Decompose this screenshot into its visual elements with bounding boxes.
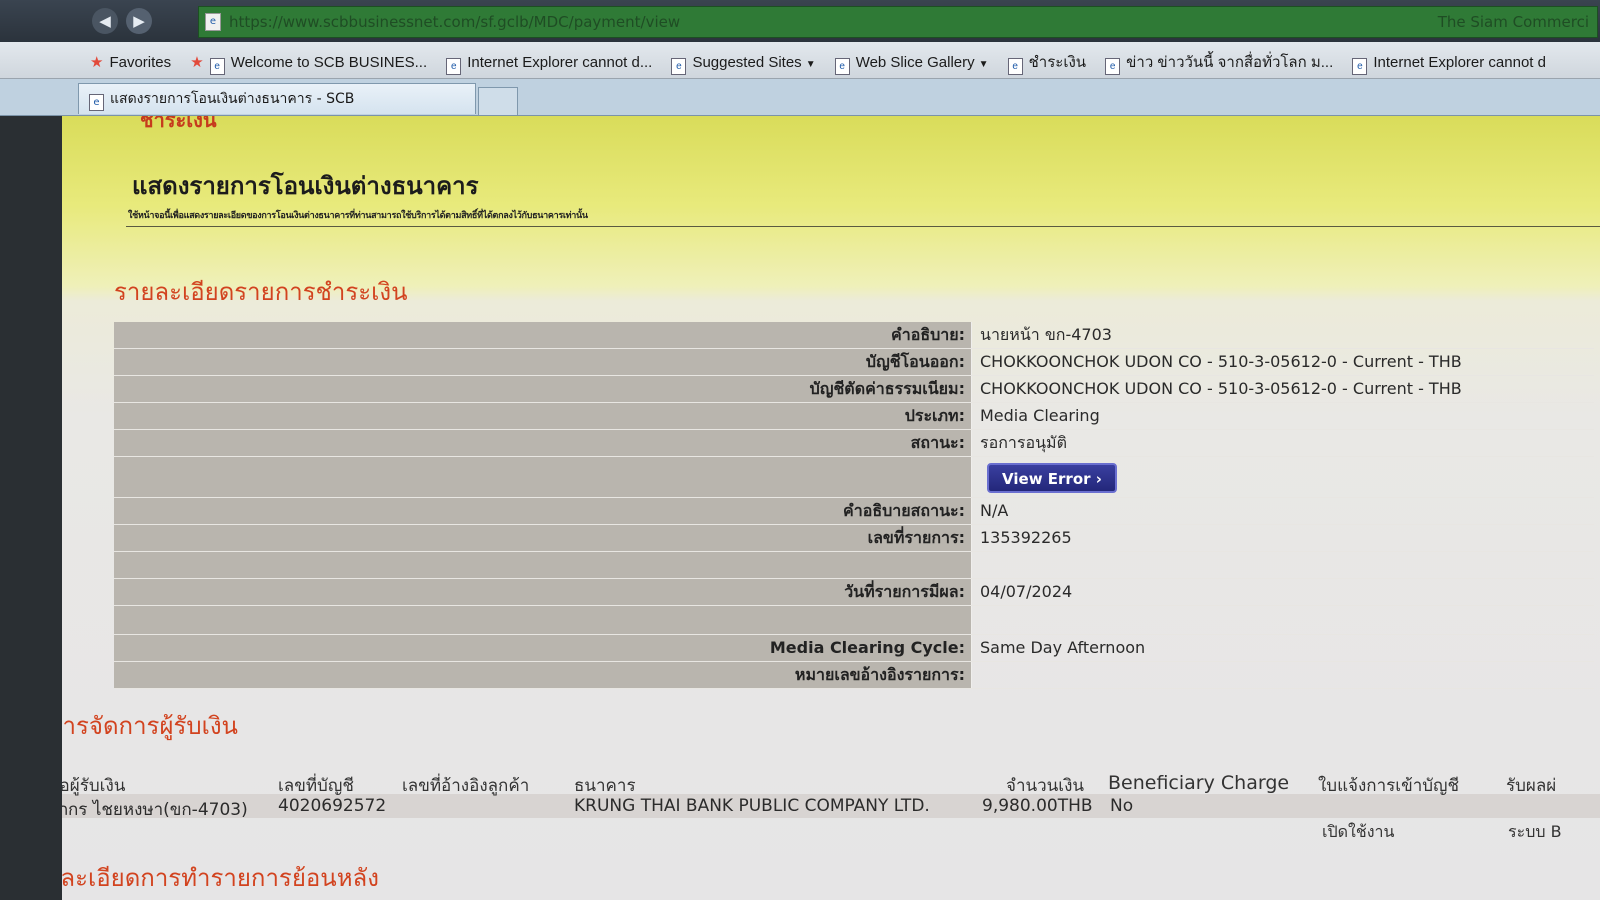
- page-icon: e: [89, 94, 104, 111]
- detail-row-status-description: คำอธิบายสถานะ: N/A: [114, 498, 1594, 525]
- favorite-link-1[interactable]: e Internet Explorer cannot d...: [446, 54, 652, 75]
- favorites-bar: ★ Favorites ★ e Welcome to SCB BUSINES... e…: [0, 42, 1600, 79]
- page-icon: e: [1105, 58, 1121, 75]
- page-description: ใช้หน้าจอนี้เพื่อแสดงรายละเอียดของการโอน…: [128, 211, 588, 221]
- payee-amount: 9,980.00THB: [982, 796, 1093, 816]
- detail-label: วันที่รายการมีผล:: [114, 579, 972, 605]
- chevron-down-icon: ▼: [978, 59, 989, 70]
- page-icon: e: [1352, 58, 1368, 75]
- chevron-down-icon: ▼: [805, 59, 816, 70]
- url-text: https://www.scbbusinessnet.com/sf.gclb/M…: [229, 13, 681, 31]
- column-header-name: ชื่อผู้รับเงิน: [62, 776, 126, 796]
- page-icon: e: [671, 58, 687, 75]
- page-icon: e: [446, 58, 462, 75]
- detail-value: N/A: [980, 501, 1009, 520]
- detail-value: Media Clearing: [980, 406, 1100, 425]
- detail-row-clearing-cycle: Media Clearing Cycle: Same Day Afternoon: [114, 635, 1594, 662]
- favorite-link-0[interactable]: ★ e Welcome to SCB BUSINES...: [190, 53, 427, 75]
- favorites-button[interactable]: ★ Favorites: [90, 53, 171, 71]
- detail-label: หมายเลขอ้างอิงรายการ:: [114, 662, 972, 688]
- detail-label: [114, 606, 972, 634]
- favorite-link-4[interactable]: e ชำระเงิน: [1007, 50, 1086, 75]
- tab-strip: e แสดงรายการโอนเงินต่างธนาคาร - SCB: [0, 79, 1600, 116]
- column-header-beneficiary-charge: Beneficiary Charge: [1108, 772, 1290, 794]
- favorite-link-2[interactable]: e Suggested Sites ▼: [671, 54, 816, 75]
- page-icon: e: [205, 13, 221, 31]
- page-icon: e: [834, 58, 850, 75]
- detail-value: CHOKKOONCHOK UDON CO - 510-3-05612-0 - C…: [980, 352, 1462, 371]
- column-header-amount: จำนวนเงิน: [1006, 776, 1085, 796]
- detail-label: คำอธิบายสถานะ:: [114, 498, 972, 524]
- favorite-link-3[interactable]: e Web Slice Gallery ▼: [834, 54, 989, 75]
- column-header-customer-ref: เลขที่อ้างอิงลูกค้า: [402, 776, 530, 796]
- payment-details-table: คำอธิบาย: นายหน้า ขก-4703 บัญชีโอนออก: C…: [114, 322, 1594, 689]
- detail-value: 135392265: [980, 528, 1072, 547]
- payee-receive: ระบบ B: [1508, 822, 1562, 841]
- page-content: ชำระเงิน แสดงรายการโอนเงินต่างธนาคาร ใช้…: [62, 116, 1600, 900]
- new-tab-button[interactable]: [478, 87, 518, 115]
- detail-row-reference-number: หมายเลขอ้างอิงรายการ:: [114, 662, 1594, 689]
- detail-row-view-error: View Error ›: [114, 457, 1594, 498]
- breadcrumb[interactable]: ชำระเงิน: [140, 116, 217, 136]
- payee-account: 4020692572: [278, 796, 387, 816]
- detail-label: ประเภท:: [114, 403, 972, 429]
- detail-row-effective-date: วันที่รายการมีผล: 04/07/2024: [114, 579, 1594, 606]
- page-icon: e: [1007, 58, 1023, 75]
- favorite-link-5[interactable]: e ข่าว ข่าววันนี้ จากสื่อทั่วโลก ม...: [1105, 50, 1333, 75]
- tab-active[interactable]: e แสดงรายการโอนเงินต่างธนาคาร - SCB: [78, 83, 476, 114]
- detail-row-status: สถานะ: รอการอนุมัติ: [114, 430, 1594, 457]
- detail-label: คำอธิบาย:: [114, 322, 972, 348]
- detail-value: Same Day Afternoon: [980, 638, 1146, 657]
- address-bar: ◀ ▶ e https://www.scbbusinessnet.com/sf.…: [0, 0, 1600, 42]
- detail-label: Media Clearing Cycle:: [114, 635, 972, 661]
- detail-row-type: ประเภท: Media Clearing: [114, 403, 1594, 430]
- detail-label: เลขที่รายการ:: [114, 525, 972, 551]
- column-header-bank: ธนาคาร: [574, 776, 636, 796]
- payee-name: ศภกร ไชยหงษา(ขก-4703): [62, 800, 248, 820]
- section-heading-history: รายละเอียดการทำรายการย้อนหลัง: [62, 864, 379, 892]
- column-header-receive: รับผลผ่: [1506, 776, 1557, 796]
- detail-value: CHOKKOONCHOK UDON CO - 510-3-05612-0 - C…: [980, 379, 1462, 398]
- page-icon: e: [209, 58, 225, 75]
- column-header-credit-advice: ใบแจ้งการเข้าบัญชี: [1318, 776, 1460, 796]
- page-title: แสดงรายการโอนเงินต่างธนาคาร: [132, 172, 479, 200]
- section-heading-payees: การจัดการผู้รับเงิน: [62, 712, 238, 740]
- browser-window: ◀ ▶ e https://www.scbbusinessnet.com/sf.…: [0, 0, 1600, 900]
- add-favorite-icon[interactable]: ★: [190, 54, 203, 71]
- detail-label: [114, 552, 972, 578]
- detail-value: รอการอนุมัติ: [980, 433, 1067, 452]
- detail-row-fee-account: บัญชีตัดค่าธรรมเนียม: CHOKKOONCHOK UDON …: [114, 376, 1594, 403]
- column-header-account: เลขที่บัญชี: [278, 776, 354, 796]
- detail-row-spacer: [114, 606, 1594, 635]
- star-icon: ★: [90, 54, 104, 71]
- detail-label: บัญชีโอนออก:: [114, 349, 972, 375]
- detail-label: สถานะ:: [114, 430, 972, 456]
- section-heading-payment-details: รายละเอียดรายการชำระเงิน: [114, 278, 408, 306]
- detail-label: [114, 457, 972, 497]
- back-button[interactable]: ◀: [92, 8, 118, 34]
- favorite-link-6[interactable]: e Internet Explorer cannot d: [1352, 54, 1546, 75]
- detail-value: นายหน้า ขก-4703: [980, 325, 1112, 344]
- detail-row-transaction-number: เลขที่รายการ: 135392265: [114, 525, 1594, 552]
- detail-row-spacer: [114, 552, 1594, 579]
- detail-row-debit-account: บัญชีโอนออก: CHOKKOONCHOK UDON CO - 510-…: [114, 349, 1594, 376]
- view-error-button[interactable]: View Error ›: [987, 463, 1117, 493]
- detail-value: 04/07/2024: [980, 582, 1073, 601]
- site-identity-text[interactable]: The Siam Commerci: [1438, 13, 1589, 31]
- detail-label: บัญชีตัดค่าธรรมเนียม:: [114, 376, 972, 402]
- divider: [126, 226, 1600, 227]
- url-field[interactable]: e https://www.scbbusinessnet.com/sf.gclb…: [198, 6, 1598, 38]
- tab-title: แสดงรายการโอนเงินต่างธนาคาร - SCB: [110, 91, 355, 107]
- forward-button[interactable]: ▶: [126, 8, 152, 34]
- payee-beneficiary-charge: No: [1110, 796, 1134, 816]
- payee-credit-advice: เปิดใช้งาน: [1322, 822, 1395, 841]
- detail-row-description: คำอธิบาย: นายหน้า ขก-4703: [114, 322, 1594, 349]
- payee-bank: KRUNG THAI BANK PUBLIC COMPANY LTD.: [574, 796, 930, 816]
